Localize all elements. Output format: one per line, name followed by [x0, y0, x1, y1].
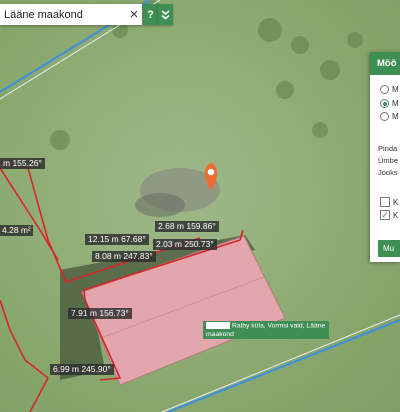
option-label: M [392, 85, 399, 94]
search-box: × [0, 4, 142, 25]
checkbox-label: K [393, 197, 399, 207]
map-canvas[interactable] [0, 0, 400, 412]
measure-label-4: 2.03 m 250.73° [153, 239, 217, 250]
measure-panel: Mõõ M M M Pinda Ümbe Jooks K ✓ K Mu [370, 52, 400, 262]
perimeter-info: Ümbe [378, 156, 399, 165]
measure-option-2[interactable]: M [380, 99, 399, 108]
radio-icon[interactable] [380, 112, 389, 121]
checkbox-option-1[interactable]: K [380, 197, 398, 207]
measure-option-1[interactable]: M [380, 85, 399, 94]
measure-label-3: 12.15 m 67.68° [85, 234, 149, 245]
chevron-down-icon[interactable] [158, 4, 173, 25]
area-info: Pinda [378, 144, 398, 153]
option-label: M [392, 99, 399, 108]
measure-label-6: 7.91 m 156.73° [68, 308, 132, 319]
panel-title: Mõõ [370, 52, 400, 75]
map-view[interactable]: m 155.26° 4.28 m² 2.68 m 159.86° 12.15 m… [0, 0, 400, 412]
checkbox-label: K [393, 210, 399, 220]
area-label: 4.28 m² [0, 225, 33, 236]
option-label: M [392, 112, 399, 121]
help-button[interactable]: ? [143, 4, 158, 25]
search-input[interactable] [0, 5, 126, 24]
measure-label-1: m 155.26° [0, 158, 45, 169]
radio-checked-icon[interactable] [380, 99, 389, 108]
measure-option-3[interactable]: M [380, 112, 399, 121]
measure-button[interactable]: Mu [378, 240, 400, 257]
measure-label-7: 6.99 m 245.90° [50, 364, 114, 375]
radio-icon[interactable] [380, 85, 389, 94]
checkbox-icon[interactable] [380, 197, 390, 207]
measure-label-5: 8.08 m 247.83° [92, 251, 156, 262]
checkmark-icon[interactable]: ✓ [380, 210, 390, 220]
running-info: Jooks [378, 168, 398, 177]
popup-blank [206, 322, 230, 329]
close-icon[interactable]: × [126, 4, 142, 25]
measure-label-2: 2.68 m 159.86° [155, 221, 219, 232]
checkbox-option-2[interactable]: ✓ K [380, 210, 398, 220]
address-popup[interactable]: Ralby küla, Vormsi vald, Lääne maakond [203, 321, 329, 339]
